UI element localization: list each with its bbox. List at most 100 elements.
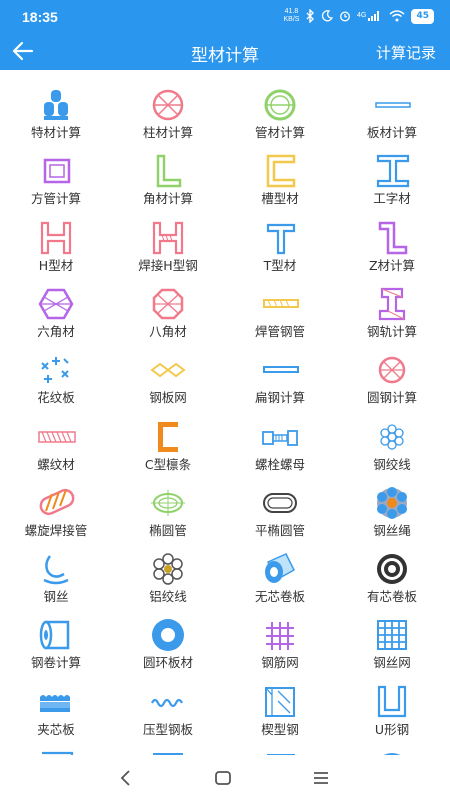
material-item[interactable]: 工字材: [336, 148, 448, 214]
material-item[interactable]: H型材: [0, 215, 112, 281]
material-item[interactable]: 槽型材: [224, 148, 336, 214]
material-item-partial[interactable]: [0, 745, 112, 755]
rebar-mesh-icon: [266, 622, 294, 651]
material-item[interactable]: 有芯卷板: [336, 546, 448, 612]
flat-bar-icon: [263, 366, 299, 374]
material-item-label: 焊接H型钢: [138, 257, 198, 273]
material-item-partial[interactable]: [112, 745, 224, 755]
nav-back-button[interactable]: [111, 765, 141, 791]
corrugated-plate-icon: [151, 698, 183, 707]
pipe-icon: [264, 89, 296, 121]
material-item[interactable]: 椭圆管: [112, 480, 224, 546]
material-item[interactable]: Z材计算: [336, 215, 448, 281]
material-item[interactable]: 压型钢板: [112, 679, 224, 745]
material-item[interactable]: 钢筋网: [224, 612, 336, 678]
battery-level: 45: [411, 8, 434, 24]
material-item-label: 无芯卷板: [254, 589, 305, 605]
material-item[interactable]: 焊接H型钢: [112, 215, 224, 281]
wifi-icon: [389, 10, 405, 22]
material-item[interactable]: 角材计算: [112, 148, 224, 214]
nav-menu-button[interactable]: [306, 765, 336, 791]
material-item[interactable]: T型材: [224, 215, 336, 281]
material-item-label: 板材计算: [366, 125, 417, 140]
material-item-label: 有芯卷板: [366, 589, 417, 605]
wedge-steel-icon: [265, 686, 295, 717]
material-item[interactable]: 管材计算: [224, 82, 336, 148]
material-item[interactable]: 钢丝网: [336, 612, 448, 678]
material-item-label: 方管计算: [30, 191, 81, 207]
calc-record-button[interactable]: 计算记录: [376, 42, 436, 63]
material-item[interactable]: 六角材: [0, 281, 112, 347]
material-item-label: 柱材计算: [142, 125, 193, 140]
material-item[interactable]: 铝绞线: [112, 546, 224, 612]
material-item[interactable]: 柱材计算: [112, 82, 224, 148]
material-item[interactable]: 钢板网: [112, 347, 224, 413]
material-item-label: 铝绞线: [149, 589, 187, 605]
material-item[interactable]: 钢丝: [0, 546, 112, 612]
material-item[interactable]: 钢轨计算: [336, 281, 448, 347]
moon-icon: [322, 10, 334, 22]
aluminum-strand-icon: [153, 553, 183, 585]
material-item-label: 钢绞线: [373, 456, 411, 472]
round-column-icon: [152, 89, 184, 121]
material-item-label: 六角材: [37, 323, 75, 339]
material-item-label: 楔型钢: [261, 721, 299, 737]
material-item-label: 压型钢板: [142, 721, 193, 737]
material-item[interactable]: 钢丝绳: [336, 480, 448, 546]
material-item[interactable]: 圆钢计算: [336, 347, 448, 413]
material-item-label: 圆环板材: [142, 655, 193, 671]
cored-coil-icon: [377, 554, 407, 585]
material-item[interactable]: 板材计算: [336, 82, 448, 148]
material-item[interactable]: 焊管钢管: [224, 281, 336, 347]
plate-icon: [375, 102, 411, 108]
bars-stack-icon: [44, 90, 68, 120]
material-item-partial[interactable]: [336, 745, 448, 755]
material-item[interactable]: 八角材: [112, 281, 224, 347]
material-item[interactable]: 钢卷计算: [0, 612, 112, 678]
material-item-label: 特材计算: [30, 125, 81, 140]
material-item[interactable]: 方管计算: [0, 148, 112, 214]
h-beam-icon: [40, 221, 72, 254]
material-item[interactable]: 花纹板: [0, 347, 112, 413]
nav-home-button[interactable]: [208, 765, 238, 791]
net-speed: 41.8 KB/S: [284, 8, 300, 24]
material-item-label: 椭圆管: [149, 522, 187, 538]
oval-pipe-icon: [151, 489, 185, 516]
octagon-bar-icon: [152, 288, 184, 320]
nav-home-icon: [215, 771, 231, 785]
c-purlin-icon: [158, 421, 178, 452]
material-item-label: Z材计算: [368, 257, 416, 273]
material-item-label: 钢筋网: [261, 655, 299, 671]
flat-oval-pipe-icon: [263, 492, 297, 513]
u-steel-icon: [377, 685, 407, 717]
alarm-icon: [340, 11, 351, 22]
square-tube-icon: [43, 159, 71, 184]
material-item-partial[interactable]: [224, 745, 336, 755]
material-item[interactable]: 平椭圆管: [224, 480, 336, 546]
material-item[interactable]: 螺栓螺母: [224, 414, 336, 480]
material-item[interactable]: 螺纹材: [0, 414, 112, 480]
material-item[interactable]: 楔型钢: [224, 679, 336, 745]
material-item-label: U形钢: [374, 721, 410, 737]
welded-h-beam-icon: [152, 221, 184, 254]
material-item[interactable]: 螺旋焊接管: [0, 480, 112, 546]
coreless-coil-icon: [265, 553, 295, 584]
bluetooth-icon: [306, 9, 315, 23]
material-item-label: 螺栓螺母: [254, 456, 305, 472]
material-item[interactable]: U形钢: [336, 679, 448, 745]
material-item-label: H型材: [38, 257, 74, 273]
material-item[interactable]: 无芯卷板: [224, 546, 336, 612]
material-item[interactable]: 特材计算: [0, 82, 112, 148]
material-item[interactable]: 扁钢计算: [224, 347, 336, 413]
status-time: 18:35: [22, 9, 58, 25]
material-item[interactable]: 钢绞线: [336, 414, 448, 480]
net-speed-value: 41.8: [284, 8, 299, 15]
material-item[interactable]: 夹芯板: [0, 679, 112, 745]
material-item-label: C型檩条: [144, 456, 192, 472]
material-item[interactable]: 圆环板材: [112, 612, 224, 678]
material-item-label: 钢丝网: [373, 655, 411, 671]
i-beam-icon: [376, 155, 410, 188]
material-item[interactable]: C型檩条: [112, 414, 224, 480]
app-bar: 型材计算 计算记录: [0, 36, 450, 70]
material-item-label: 槽型材: [261, 191, 299, 207]
